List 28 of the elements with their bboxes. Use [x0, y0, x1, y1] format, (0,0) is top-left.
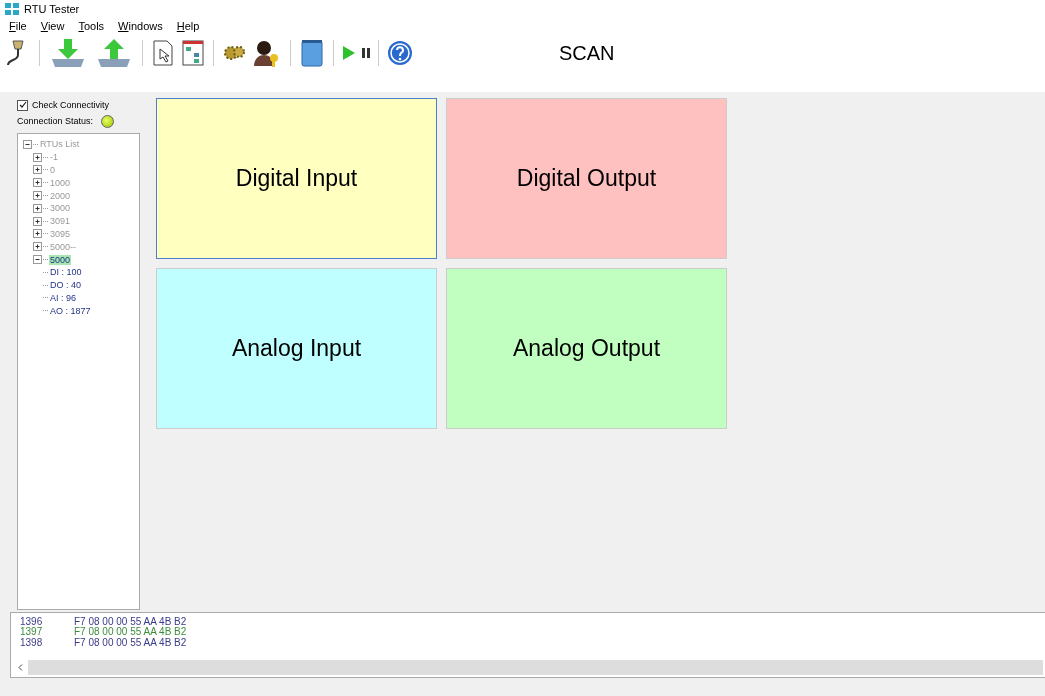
menu-item[interactable]: Windows — [117, 20, 164, 32]
menu-item[interactable]: View — [39, 20, 66, 32]
log-id: 1398 — [20, 636, 44, 648]
horizontal-scrollbar[interactable] — [13, 660, 1043, 675]
pause-icon[interactable] — [362, 48, 370, 58]
checkbox[interactable] — [17, 99, 28, 111]
log-data: F7 08 00 00 55 AA 4B B2 — [74, 626, 187, 638]
diagram-icon[interactable] — [181, 39, 205, 67]
menu-item[interactable]: Tools — [77, 20, 106, 32]
menu-item[interactable]: File — [8, 20, 28, 32]
document-pointer-icon[interactable] — [151, 39, 175, 67]
category-tile[interactable]: Digital Input — [156, 98, 437, 259]
notepad-icon[interactable] — [299, 38, 325, 68]
log-id: 1396 — [20, 615, 44, 627]
help-icon[interactable] — [387, 40, 413, 66]
window-title: RTU Tester — [24, 3, 80, 15]
category-tile[interactable]: Analog Output — [446, 268, 727, 429]
connection-status-label: Connection Status: — [17, 116, 94, 126]
log-data: F7 08 00 00 55 AA 4B B2 — [74, 636, 187, 648]
checkbox-label: Check Connectivity — [32, 100, 110, 110]
category-tile[interactable]: Digital Output — [446, 98, 727, 259]
category-tile[interactable]: Analog Input — [156, 268, 437, 429]
log-data: F7 08 00 00 55 AA 4B B2 — [74, 615, 187, 627]
scroll-left-icon[interactable] — [18, 664, 23, 671]
log-id: 1397 — [20, 626, 44, 638]
menu-item[interactable]: Help — [175, 20, 201, 32]
app-logo-icon — [5, 3, 19, 15]
scan-label: SCAN — [559, 41, 615, 65]
